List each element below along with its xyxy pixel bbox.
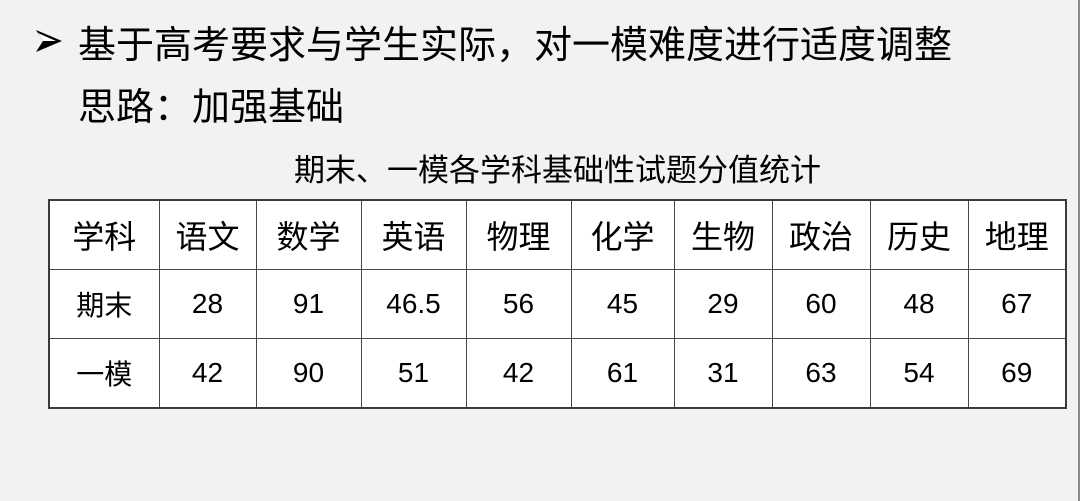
score-table: 学科 语文 数学 英语 物理 化学 生物 政治 历史 地理 期末 28 91 4… (48, 199, 1067, 409)
header-cell: 物理 (465, 199, 572, 270)
header-cell: 英语 (360, 199, 467, 270)
table-cell: 45 (570, 269, 675, 339)
row-label: 期末 (48, 269, 160, 339)
slide-subheading: 思路：加强基础 (78, 85, 345, 129)
table-row: 一模 42 90 51 42 61 31 63 54 69 (48, 338, 1067, 409)
table-cell: 69 (967, 338, 1067, 409)
header-cell: 历史 (869, 199, 969, 270)
table-cell: 29 (673, 269, 773, 339)
header-cell: 政治 (771, 199, 871, 270)
table-cell: 28 (158, 269, 257, 339)
table-cell: 54 (869, 338, 969, 409)
header-cell: 地理 (967, 199, 1067, 270)
table-cell: 67 (967, 269, 1067, 339)
table-cell: 31 (673, 338, 773, 409)
header-cell: 语文 (158, 199, 257, 270)
table-cell: 42 (158, 338, 257, 409)
header-cell: 数学 (255, 199, 362, 270)
header-cell: 生物 (673, 199, 773, 270)
header-cell-subject: 学科 (48, 199, 160, 270)
table-cell: 46.5 (360, 269, 467, 339)
header-cell: 化学 (570, 199, 675, 270)
table-cell: 51 (360, 338, 467, 409)
slide-heading: 基于高考要求与学生实际，对一模难度进行适度调整 (78, 22, 953, 67)
table-cell: 61 (570, 338, 675, 409)
table-cell: 60 (771, 269, 871, 339)
table-cell: 48 (869, 269, 969, 339)
arrowhead-bullet-icon (36, 30, 62, 52)
table-caption: 期末、一模各学科基础性试题分值统计 (294, 153, 821, 189)
table-header-row: 学科 语文 数学 英语 物理 化学 生物 政治 历史 地理 (48, 199, 1067, 270)
table-cell: 91 (255, 269, 362, 339)
row-label: 一模 (48, 338, 160, 409)
table-cell: 42 (465, 338, 572, 409)
table-cell: 63 (771, 338, 871, 409)
heading-line: 基于高考要求与学生实际，对一模难度进行适度调整 (34, 14, 952, 68)
table-cell: 56 (465, 269, 572, 339)
table-row: 期末 28 91 46.5 56 45 29 60 48 67 (48, 269, 1067, 339)
table-cell: 90 (255, 338, 362, 409)
